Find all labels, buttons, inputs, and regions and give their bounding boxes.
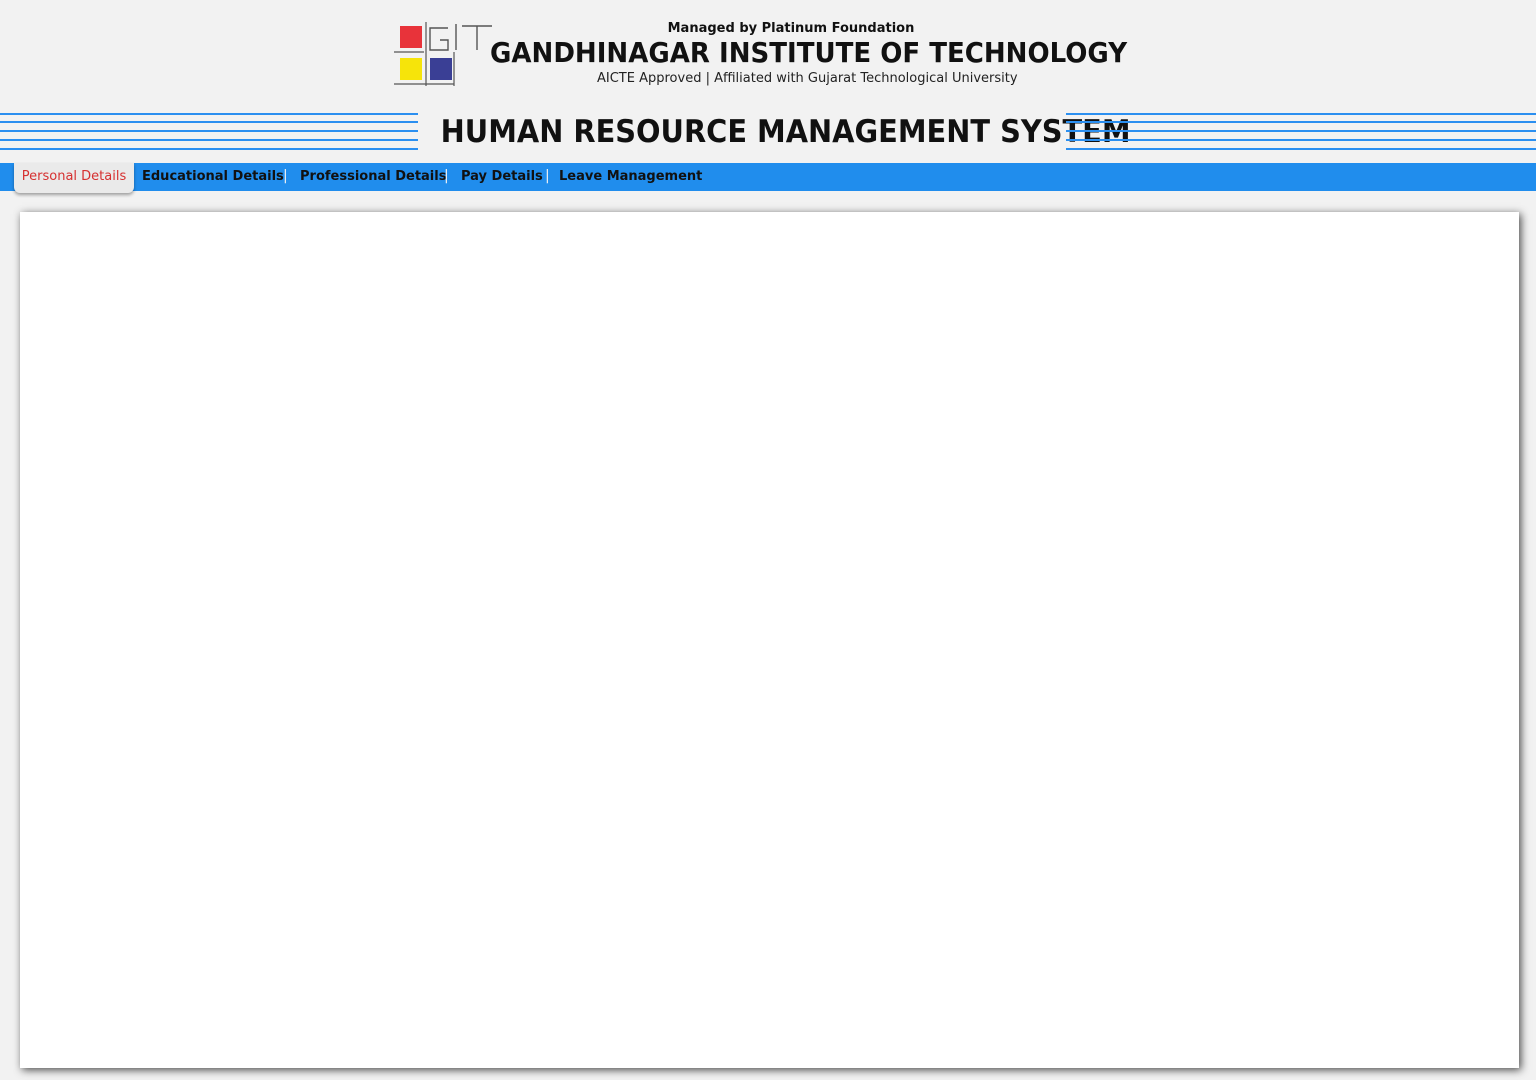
- decorative-lines-right: [1066, 110, 1536, 154]
- nav-separator: |: [283, 168, 288, 184]
- system-title-band: HUMAN RESOURCE MANAGEMENT SYSTEM: [0, 110, 1536, 154]
- nav-separator: |: [444, 168, 449, 184]
- nav-separator: |: [545, 168, 550, 184]
- institute-name: GANDHINAGAR INSTITUTE OF TECHNOLOGY: [490, 36, 1128, 69]
- content-panel: [20, 212, 1519, 1068]
- site-header: Managed by Platinum Foundation GANDHINAG…: [0, 0, 1536, 100]
- tab-personal-details[interactable]: Personal Details: [14, 163, 134, 193]
- tab-professional-details[interactable]: Professional Details: [300, 163, 446, 191]
- decorative-lines-left: [0, 110, 418, 154]
- git-logo: [394, 22, 492, 86]
- managed-by-text: Managed by Platinum Foundation: [667, 21, 915, 36]
- tab-educational-details[interactable]: Educational Details: [142, 163, 284, 191]
- page-title: HUMAN RESOURCE MANAGEMENT SYSTEM: [440, 114, 1131, 150]
- tab-pay-details[interactable]: Pay Details: [461, 163, 543, 191]
- main-nav: Personal Details Educational Details | P…: [0, 163, 1536, 193]
- tab-leave-management[interactable]: Leave Management: [559, 163, 702, 191]
- affiliation-text: AICTE Approved | Affiliated with Gujarat…: [597, 71, 1018, 86]
